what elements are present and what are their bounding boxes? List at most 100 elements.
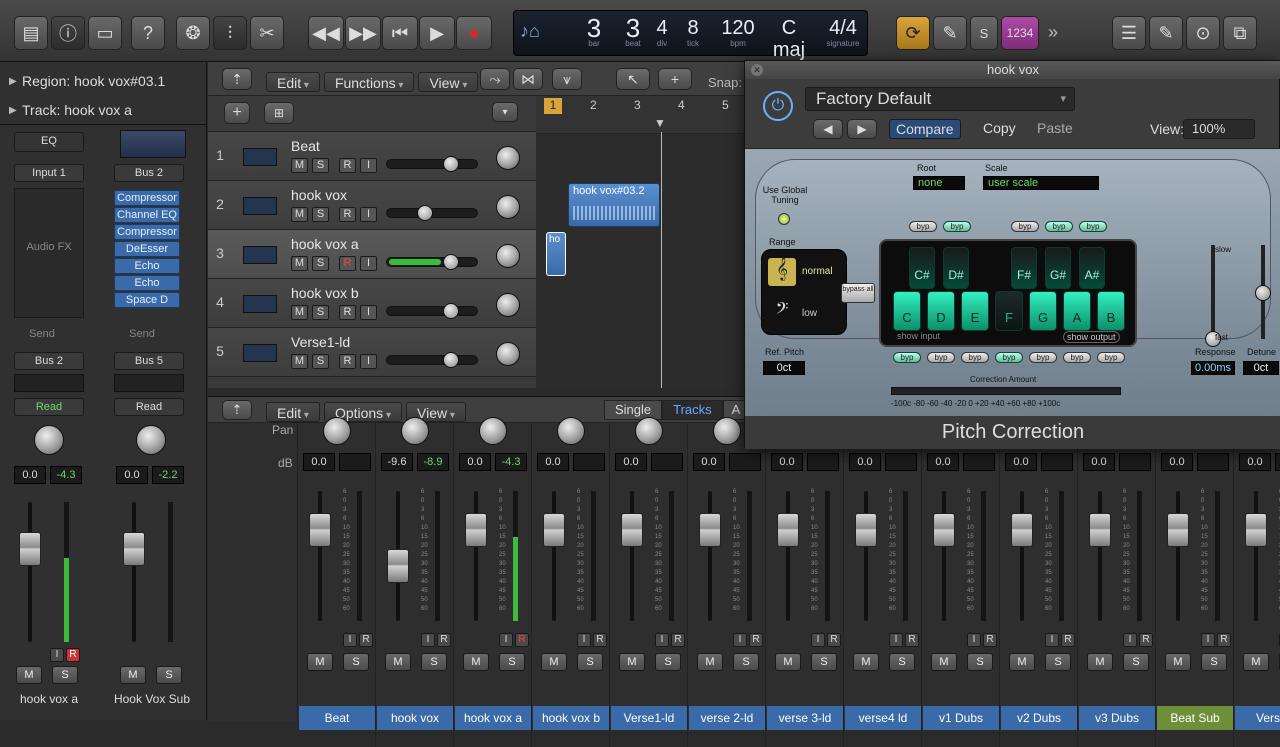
volume-knob[interactable]	[443, 254, 459, 270]
mute-button[interactable]: M	[120, 666, 146, 684]
detune-display[interactable]: 0ct	[1243, 361, 1279, 375]
track-name[interactable]: hook vox b	[291, 285, 359, 301]
solo-button[interactable]: S	[52, 666, 78, 684]
record-enable-button[interactable]: R	[1217, 633, 1231, 647]
ruler[interactable]: 1 2 3 4 5 ▼	[536, 96, 748, 134]
record-enable-button[interactable]: R	[339, 207, 356, 222]
automation-button[interactable]: ⤳	[480, 68, 510, 90]
solo-button[interactable]: S	[1201, 653, 1227, 671]
volume-fader[interactable]	[1167, 513, 1189, 547]
record-enable-button[interactable]: R	[1061, 633, 1075, 647]
key-b[interactable]: B	[1097, 291, 1125, 331]
audio-region-selected[interactable]: ho	[546, 232, 566, 276]
mute-button[interactable]: M	[1243, 653, 1269, 671]
solo-button[interactable]: S	[655, 653, 681, 671]
track-header[interactable]: 5 Verse1-ld M S R I	[208, 328, 536, 377]
record-enable-button[interactable]: R	[339, 305, 356, 320]
quick-help-button[interactable]: ?	[131, 16, 165, 50]
input-slot[interactable]: Input 1	[14, 164, 84, 182]
playhead-icon[interactable]: ▼	[654, 116, 666, 130]
solo-button[interactable]: S	[312, 354, 329, 369]
catch-button[interactable]: ⩛	[552, 68, 582, 90]
next-preset-button[interactable]: ▶	[847, 119, 877, 139]
group-slot[interactable]	[114, 374, 184, 392]
volume-value[interactable]: 0.0	[1083, 453, 1115, 471]
bypass-button[interactable]: byp	[961, 352, 989, 363]
group-slot[interactable]	[14, 374, 84, 392]
input-monitor-button[interactable]: I	[499, 633, 513, 647]
plugin-slot[interactable]: DeEsser	[114, 241, 180, 257]
record-enable-button[interactable]: R	[339, 354, 356, 369]
ref-pitch-display[interactable]: 0ct	[763, 361, 805, 375]
range-low[interactable]: low	[802, 308, 817, 319]
volume-slider[interactable]	[386, 254, 478, 270]
mute-button[interactable]: M	[931, 653, 957, 671]
record-button[interactable]: ●	[456, 16, 492, 50]
track-name[interactable]: Verse1-ld	[291, 334, 350, 350]
mixer-button[interactable]: ⫶	[213, 16, 247, 50]
input-monitor-button[interactable]: I	[360, 354, 377, 369]
power-icon[interactable]: ⏻	[763, 91, 793, 121]
pan-knob[interactable]	[635, 417, 663, 445]
compare-button[interactable]: Compare	[889, 119, 961, 139]
volume-value[interactable]: 0.0	[116, 466, 148, 484]
track-header[interactable]: 4 hook vox b MSRI	[208, 279, 536, 328]
plugin-slot[interactable]: Space D	[114, 292, 180, 308]
volume-fader[interactable]	[123, 532, 145, 566]
solo-button[interactable]: S	[733, 653, 759, 671]
input-monitor-button[interactable]: I	[889, 633, 903, 647]
solo-button[interactable]: S	[1123, 653, 1149, 671]
volume-slider[interactable]	[386, 303, 478, 319]
view-menu[interactable]: View	[418, 72, 479, 92]
solo-button[interactable]: S	[970, 16, 998, 50]
record-enable-button[interactable]: R	[515, 633, 529, 647]
record-enable-button[interactable]: R	[983, 633, 997, 647]
plugin-slot[interactable]: Echo	[114, 258, 180, 274]
volume-value[interactable]: 0.0	[927, 453, 959, 471]
record-enable-button[interactable]: R	[671, 633, 685, 647]
volume-value[interactable]: 0.0	[459, 453, 491, 471]
bypass-button[interactable]: byp	[1063, 352, 1091, 363]
input-monitor-button[interactable]: I	[733, 633, 747, 647]
track-header[interactable]: 2 hook vox M S R I	[208, 181, 536, 230]
solo-button[interactable]: S	[312, 305, 329, 320]
pan-knob[interactable]	[479, 417, 507, 445]
toolbar-button[interactable]: ▭	[88, 16, 122, 50]
mute-button[interactable]: M	[1165, 653, 1191, 671]
pan-knob[interactable]	[496, 195, 520, 219]
pan-knob[interactable]	[713, 417, 741, 445]
record-enable-button[interactable]: R	[1139, 633, 1153, 647]
editors-button[interactable]: ✂	[250, 16, 284, 50]
volume-value[interactable]: 0.0	[615, 453, 647, 471]
volume-fader[interactable]	[777, 513, 799, 547]
use-global-tuning-led[interactable]	[778, 213, 790, 225]
track-options-button[interactable]: ▾	[492, 102, 518, 122]
output-slot[interactable]: Bus 5	[114, 352, 184, 370]
arrange-area[interactable]	[536, 96, 748, 388]
record-enable-button[interactable]: R	[905, 633, 919, 647]
pointer-tool[interactable]: ↖	[616, 68, 650, 90]
pan-knob[interactable]	[136, 425, 166, 455]
browsers-button[interactable]: ⧉	[1223, 16, 1257, 50]
key-d[interactable]: D	[927, 291, 955, 331]
record-enable-button[interactable]: R	[359, 633, 373, 647]
solo-button[interactable]: S	[312, 207, 329, 222]
key-a[interactable]: A	[1063, 291, 1091, 331]
record-enable-button[interactable]: R	[66, 648, 80, 662]
play-button[interactable]: ▶	[419, 16, 455, 50]
send-slot[interactable]: Send	[114, 328, 170, 340]
mute-button[interactable]: M	[1009, 653, 1035, 671]
solo-button[interactable]: S	[421, 653, 447, 671]
volume-value[interactable]: 0.0	[537, 453, 569, 471]
pan-knob[interactable]	[496, 293, 520, 317]
volume-knob[interactable]	[443, 352, 459, 368]
edit-menu[interactable]: Edit	[266, 72, 320, 92]
solo-button[interactable]: S	[312, 158, 329, 173]
eq-thumbnail[interactable]	[120, 130, 186, 158]
solo-button[interactable]: S	[1045, 653, 1071, 671]
tab-tracks[interactable]: Tracks	[662, 400, 723, 420]
key-c[interactable]: C	[893, 291, 921, 331]
smart-controls-button[interactable]: ❂	[176, 16, 210, 50]
key-f[interactable]: F	[995, 291, 1023, 331]
bypass-button[interactable]: byp	[1097, 352, 1125, 363]
